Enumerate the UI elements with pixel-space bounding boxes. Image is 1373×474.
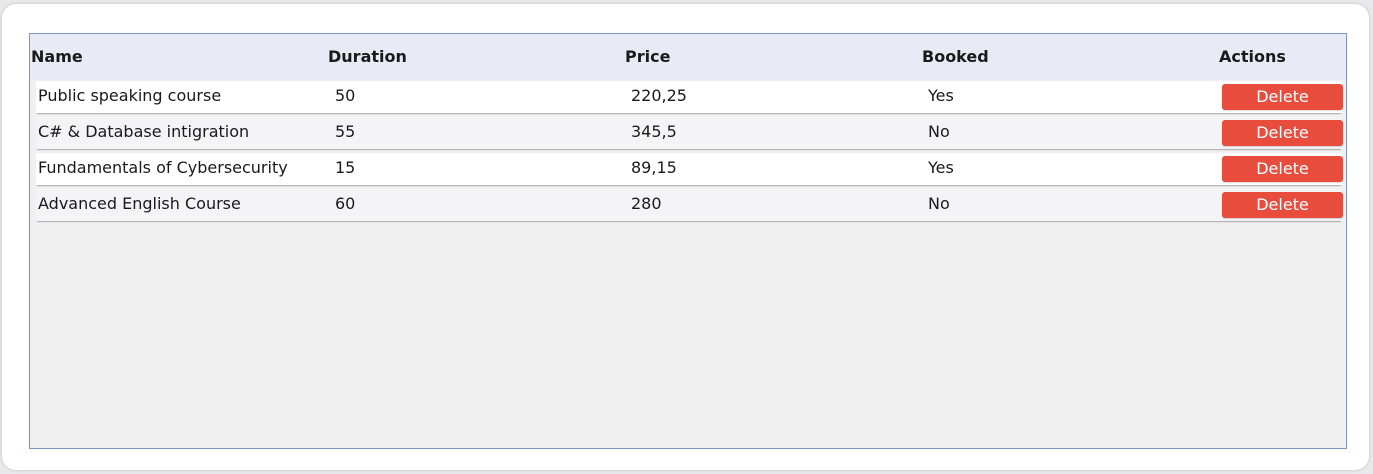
delete-button[interactable]: Delete [1222,120,1343,146]
courses-data-grid[interactable]: Name Duration Price Booked Actions Publi… [29,33,1347,449]
main-card: Name Duration Price Booked Actions Publi… [2,4,1369,470]
cell-booked: No [928,122,950,141]
grid-header: Name Duration Price Booked Actions [30,34,1346,80]
column-header-duration[interactable]: Duration [328,34,407,80]
cell-name: C# & Database intigration [38,122,250,141]
cell-name: Fundamentals of Cybersecurity [38,158,288,177]
cell-duration: 15 [335,158,356,177]
cell-price: 220,25 [631,86,687,105]
column-header-booked[interactable]: Booked [922,34,989,80]
delete-button[interactable]: Delete [1222,192,1343,218]
cell-duration: 50 [335,86,356,105]
cell-booked: Yes [928,158,954,177]
column-header-actions[interactable]: Actions [1219,34,1286,80]
delete-button[interactable]: Delete [1222,84,1343,110]
table-row[interactable]: C# & Database intigration 55 345,5 No De… [36,117,1343,149]
delete-button[interactable]: Delete [1222,156,1343,182]
cell-duration: 60 [335,194,356,213]
cell-name: Advanced English Course [38,194,241,213]
cell-price: 345,5 [631,122,677,141]
cell-price: 280 [631,194,662,213]
cell-price: 89,15 [631,158,677,177]
cell-duration: 55 [335,122,356,141]
cell-name: Public speaking course [38,86,222,105]
cell-booked: Yes [928,86,954,105]
table-row[interactable]: Fundamentals of Cybersecurity 15 89,15 Y… [36,153,1343,185]
column-header-name[interactable]: Name [31,34,83,80]
column-header-price[interactable]: Price [625,34,670,80]
table-row[interactable]: Public speaking course 50 220,25 Yes Del… [36,81,1343,113]
table-row[interactable]: Advanced English Course 60 280 No Delete [36,189,1343,221]
cell-booked: No [928,194,950,213]
